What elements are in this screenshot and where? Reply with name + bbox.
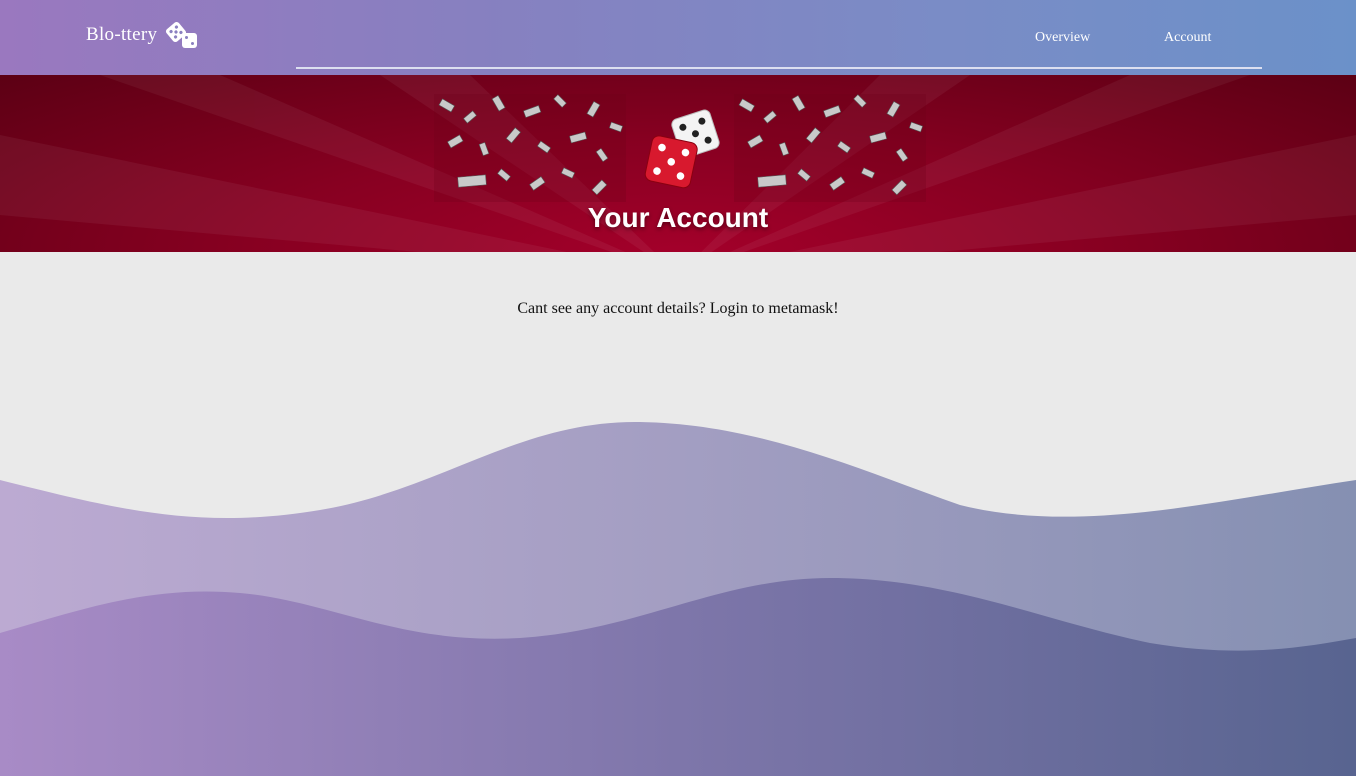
login-prompt-message: Cant see any account details? Login to m… [517, 300, 839, 317]
dice-icon [166, 21, 198, 48]
page-banner: Your Account [0, 75, 1356, 252]
dice-image [644, 109, 720, 189]
decorative-waves [0, 421, 1356, 776]
nav-overview-link[interactable]: Overview [1035, 30, 1090, 46]
brand-logo[interactable]: Blo-ttery [86, 20, 199, 50]
money-rain-image [734, 94, 926, 202]
brand-name: Blo-ttery [86, 24, 158, 45]
page-title: Your Account [587, 202, 769, 233]
money-rain-image [434, 94, 626, 202]
nav-underline [296, 67, 1262, 69]
top-navbar: Blo-ttery Overview Account [0, 0, 1356, 75]
nav-account-link[interactable]: Account [1164, 30, 1211, 46]
